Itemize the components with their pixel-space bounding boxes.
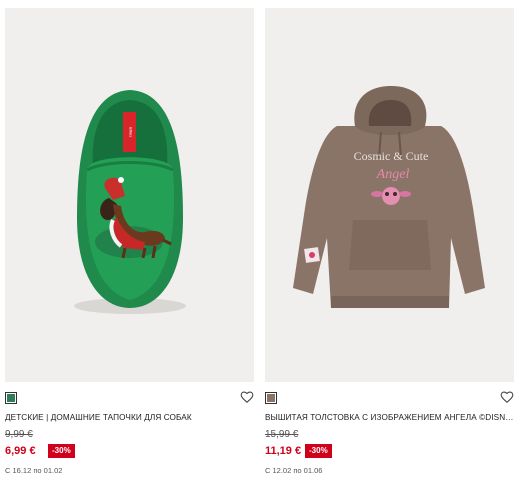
product-info: ДЕТСКИЕ | ДОМАШНИЕ ТАПОЧКИ ДЛЯ СОБАК 9,9… [5, 390, 254, 482]
hoodie-print-line1: Cosmic & Cute [354, 149, 429, 163]
hoodie-print-line2: Angel [376, 167, 410, 182]
product-info: ВЫШИТАЯ ТОЛСТОВКА С ИЗОБРАЖЕНИЕМ АНГЕЛА … [265, 390, 514, 482]
old-price: 15,99 € [265, 429, 299, 440]
color-swatch[interactable] [5, 392, 17, 404]
sale-price: 6,99 € [5, 445, 36, 457]
product-image-hoodie[interactable]: Cosmic & Cute Angel [265, 8, 514, 382]
swatch-fill-green [7, 394, 15, 402]
sale-price: 11,19 € [265, 445, 302, 457]
price-dates: С 16.12 по 01.02 [5, 466, 63, 475]
discount-badge: -30% [48, 444, 75, 458]
hoodie-icon: Cosmic & Cute Angel [293, 86, 485, 308]
old-price: 9,99 € [5, 429, 33, 440]
slipper-icon: lefties [74, 90, 186, 314]
product-title[interactable]: ДЕТСКИЕ | ДОМАШНИЕ ТАПОЧКИ ДЛЯ СОБАК [5, 413, 254, 422]
heart-icon[interactable] [240, 390, 254, 404]
slipper-tag-text: lefties [129, 127, 134, 137]
color-swatch[interactable] [265, 392, 277, 404]
swatch-fill-brown [267, 394, 275, 402]
product-card-hoodie[interactable]: Cosmic & Cute Angel ВЫШИТАЯ ТОЛСТОВКА С … [265, 8, 514, 478]
heart-icon[interactable] [500, 390, 514, 404]
product-image-slippers[interactable]: lefties [5, 8, 254, 382]
discount-badge: -30% [305, 444, 332, 458]
price-dates: С 12.02 по 01.06 [265, 466, 323, 475]
product-title[interactable]: ВЫШИТАЯ ТОЛСТОВКА С ИЗОБРАЖЕНИЕМ АНГЕЛА … [265, 413, 514, 422]
product-card-slippers[interactable]: lefties ДЕТСКИЕ | ДОМАШНИЕ ТАПОЧКИ ДЛЯ С… [5, 8, 254, 478]
